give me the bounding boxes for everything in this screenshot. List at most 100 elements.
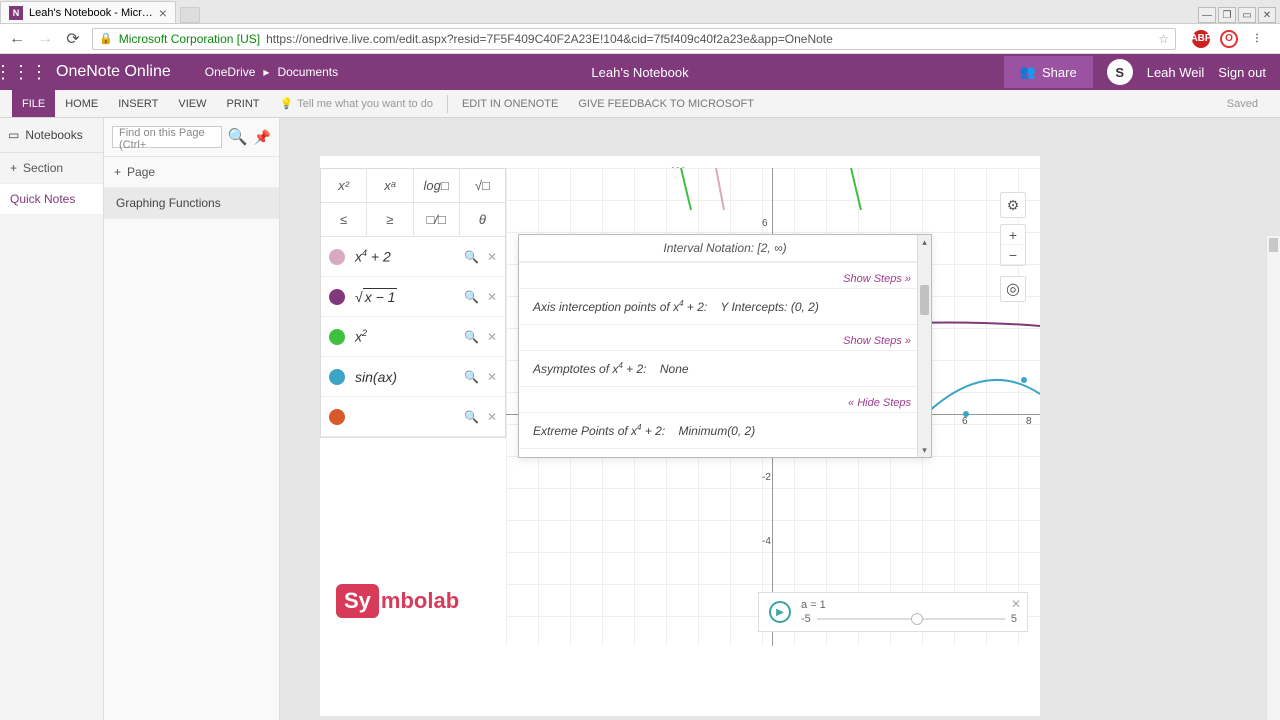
scroll-down-icon[interactable]: ▾ <box>918 443 931 457</box>
show-steps-link[interactable]: Show Steps » <box>843 273 911 285</box>
play-icon[interactable]: ▶ <box>769 601 791 623</box>
tool-sqrt[interactable]: √□ <box>460 169 505 202</box>
zoom-out-icon[interactable]: − <box>1001 245 1025 265</box>
locate-icon[interactable]: ◎ <box>1000 276 1026 302</box>
axis-intercept-row: Axis interception points of x4 + 2: Y In… <box>519 288 931 324</box>
magnify-icon[interactable]: 🔍 <box>464 410 479 424</box>
slider-knob[interactable] <box>911 613 923 625</box>
user-name[interactable]: Leah Weil <box>1147 65 1205 80</box>
func-expr-1[interactable]: x4 + 2 <box>353 248 464 265</box>
magnify-icon[interactable]: 🔍 <box>464 370 479 384</box>
opera-ext-icon[interactable]: O <box>1220 30 1238 48</box>
add-page-button[interactable]: + Page <box>104 157 279 188</box>
scroll-thumb[interactable] <box>920 285 929 315</box>
func-expr-2[interactable]: √x − 1 <box>353 289 464 305</box>
sign-out-link[interactable]: Sign out <box>1218 65 1266 80</box>
magnify-icon[interactable]: 🔍 <box>464 250 479 264</box>
restore-icon[interactable]: ❐ <box>1218 7 1236 23</box>
url-text: https://onedrive.live.com/edit.aspx?resi… <box>266 32 833 46</box>
tool-frac[interactable]: □/□ <box>414 203 460 236</box>
menu-icon[interactable]: ⋮ <box>1248 30 1266 48</box>
browser-tab[interactable]: N Leah's Notebook - Micr… × <box>0 1 176 23</box>
forward-icon[interactable]: → <box>36 30 54 48</box>
tool-xpower[interactable]: xᵃ <box>367 169 413 202</box>
gear-icon[interactable]: ⚙ <box>1000 192 1026 218</box>
edit-in-onenote-link[interactable]: EDIT IN ONENOTE <box>452 98 568 110</box>
results-scrollbar[interactable]: ▴ ▾ <box>917 235 931 457</box>
notebooks-header[interactable]: ▭ Notebooks <box>0 118 103 153</box>
color-dot-cyan[interactable] <box>329 369 345 385</box>
sidebar-pages: Find on this Page (Ctrl+ 🔍 📌 + Page Grap… <box>104 118 280 720</box>
tab-home[interactable]: HOME <box>55 90 108 117</box>
delete-icon[interactable]: ✕ <box>487 250 497 264</box>
share-button[interactable]: 👥 Share <box>1004 56 1093 88</box>
delete-icon[interactable]: ✕ <box>487 370 497 384</box>
close-icon[interactable]: ✕ <box>1011 597 1021 611</box>
app-header: ⋮⋮⋮ OneNote Online OneDrive ▸ Documents … <box>0 54 1280 90</box>
close-tab-icon[interactable]: × <box>159 5 167 21</box>
close-window-icon[interactable]: ✕ <box>1258 7 1276 23</box>
slider-var-label: a = 1 <box>801 599 1017 611</box>
tool-log[interactable]: log□ <box>414 169 460 202</box>
address-bar[interactable]: 🔒 Microsoft Corporation [US] https://one… <box>92 28 1176 50</box>
magnify-icon[interactable]: 🔍 <box>464 290 479 304</box>
tab-file[interactable]: FILE <box>12 90 55 117</box>
main-content: ▭ Notebooks + Section Quick Notes Find o… <box>0 118 1280 720</box>
search-icon[interactable]: 🔍 <box>228 127 248 147</box>
color-dot-purple[interactable] <box>329 289 345 305</box>
delete-icon[interactable]: ✕ <box>487 290 497 304</box>
zoom-in-icon[interactable]: + <box>1001 225 1025 245</box>
delete-icon[interactable]: ✕ <box>487 410 497 424</box>
lock-icon: 🔒 <box>99 32 113 45</box>
tool-theta[interactable]: θ <box>460 203 505 236</box>
function-row-5[interactable]: 🔍✕ <box>321 397 505 437</box>
doc-title: Leah's Notebook <box>591 65 688 80</box>
tab-insert[interactable]: INSERT <box>108 90 168 117</box>
maximize-icon[interactable]: ▭ <box>1238 7 1256 23</box>
separator <box>447 95 448 113</box>
onenote-favicon: N <box>9 6 23 20</box>
color-dot-orange[interactable] <box>329 409 345 425</box>
onenote-page: ⋯ x² xᵃ log□ √□ ≤ ≥ □/□ θ <box>320 156 1040 716</box>
slider-max: 5 <box>1011 613 1017 625</box>
skype-icon[interactable]: S <box>1107 59 1133 85</box>
breadcrumb-onedrive[interactable]: OneDrive <box>205 65 256 79</box>
function-row-3[interactable]: x2 🔍 ✕ <box>321 317 505 357</box>
tool-le[interactable]: ≤ <box>321 203 367 236</box>
breadcrumb-documents[interactable]: Documents <box>277 65 338 79</box>
pin-icon[interactable]: 📌 <box>254 129 271 146</box>
tool-xsquared[interactable]: x² <box>321 169 367 202</box>
minimize-icon[interactable]: — <box>1198 7 1216 23</box>
color-dot-green[interactable] <box>329 329 345 345</box>
show-steps-link[interactable]: Show Steps » <box>843 335 911 347</box>
tool-ge[interactable]: ≥ <box>367 203 413 236</box>
app-launcher-icon[interactable]: ⋮⋮⋮ <box>0 62 42 83</box>
feedback-link[interactable]: GIVE FEEDBACK TO MICROSOFT <box>568 98 764 110</box>
star-icon[interactable]: ☆ <box>1158 32 1169 46</box>
func-expr-4[interactable]: sin(ax) <box>353 369 464 385</box>
function-row-2[interactable]: √x − 1 🔍 ✕ <box>321 277 505 317</box>
function-row-4[interactable]: sin(ax) 🔍 ✕ <box>321 357 505 397</box>
scroll-up-icon[interactable]: ▴ <box>918 235 931 249</box>
magnify-icon[interactable]: 🔍 <box>464 330 479 344</box>
tell-me-input[interactable]: 💡 Tell me what you want to do <box>270 97 443 110</box>
func-expr-3[interactable]: x2 <box>353 328 464 345</box>
hide-steps-link[interactable]: « Hide Steps <box>848 397 911 409</box>
color-dot-pink[interactable] <box>329 249 345 265</box>
reload-icon[interactable]: ⟳ <box>64 30 82 48</box>
back-icon[interactable]: ← <box>8 30 26 48</box>
page-scrollbar[interactable] <box>1266 236 1280 720</box>
new-tab-button[interactable] <box>180 7 200 23</box>
section-quick-notes[interactable]: Quick Notes <box>0 184 103 215</box>
delete-icon[interactable]: ✕ <box>487 330 497 344</box>
find-on-page-input[interactable]: Find on this Page (Ctrl+ <box>112 126 222 148</box>
tab-print[interactable]: PRINT <box>217 90 270 117</box>
slider-track[interactable] <box>817 618 1005 620</box>
function-row-1[interactable]: x4 + 2 🔍 ✕ <box>321 237 505 277</box>
graph-widget: ⋯ x² xᵃ log□ √□ ≤ ≥ □/□ θ <box>320 156 1040 646</box>
abp-icon[interactable]: ABP <box>1192 30 1210 48</box>
page-graphing-functions[interactable]: Graphing Functions <box>104 188 279 219</box>
tab-view[interactable]: VIEW <box>168 90 216 117</box>
page-scroll-thumb[interactable] <box>1269 238 1278 252</box>
add-section-button[interactable]: + Section <box>0 153 103 184</box>
